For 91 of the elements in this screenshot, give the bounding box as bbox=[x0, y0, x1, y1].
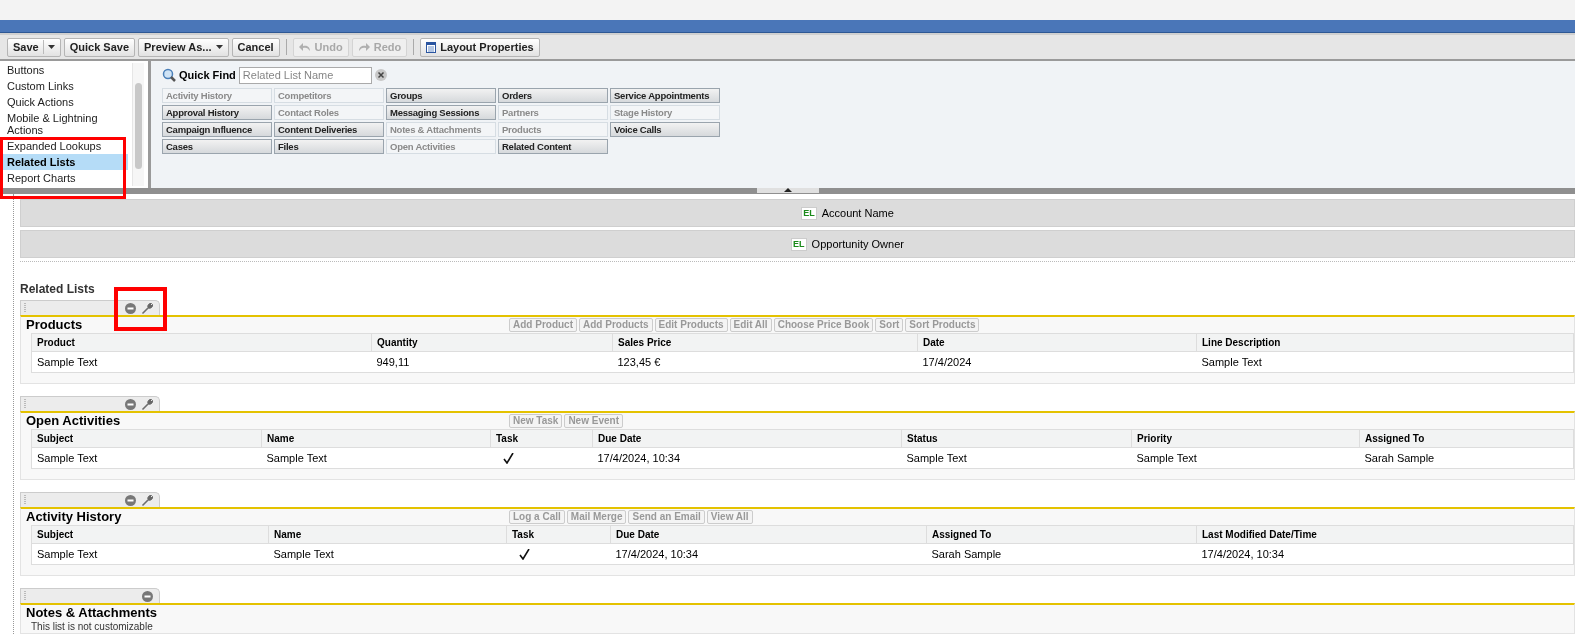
menu-button[interactable]: Save bbox=[7, 37, 61, 57]
palette-item[interactable]: Cases bbox=[162, 139, 272, 154]
caret-down-icon bbox=[215, 45, 223, 49]
table-cell: 949,11 bbox=[371, 351, 613, 373]
field-label: Opportunity Owner bbox=[811, 236, 904, 252]
list-title: Notes & Attachments bbox=[25, 604, 158, 622]
palette-item[interactable]: Messaging Sessions bbox=[386, 105, 496, 120]
field-bar[interactable]: EL Opportunity Owner bbox=[20, 230, 1575, 258]
remove-icon[interactable] bbox=[142, 590, 153, 602]
column-header: Line Description bbox=[1196, 333, 1574, 352]
field-label: Account Name bbox=[821, 205, 894, 221]
list-title: Activity History bbox=[25, 508, 123, 527]
column-header: Name bbox=[261, 429, 491, 448]
column-header: Last Modified Date/Time bbox=[1196, 525, 1574, 544]
table-cell: Sample Text bbox=[901, 447, 1132, 469]
column-header: Due Date bbox=[592, 429, 902, 448]
remove-icon[interactable] bbox=[125, 302, 136, 314]
layout-icon bbox=[426, 41, 437, 53]
column-header: Priority bbox=[1131, 429, 1360, 448]
column-header: Assigned To bbox=[1359, 429, 1574, 448]
wrench-icon[interactable] bbox=[142, 302, 153, 314]
column-header: Quantity bbox=[371, 333, 613, 352]
search-icon bbox=[162, 68, 176, 82]
palette-item[interactable]: Voice Calls bbox=[610, 122, 720, 137]
column-header: Task bbox=[506, 525, 611, 544]
table-cell: Sample Text bbox=[268, 543, 507, 565]
column-header: Subject bbox=[31, 429, 262, 448]
list-title: Products bbox=[25, 316, 84, 335]
sidebar-item[interactable]: Mobile & Lightning Actions bbox=[0, 110, 128, 138]
table-cell: Sarah Sample bbox=[926, 543, 1197, 565]
table-cell: Sample Text bbox=[31, 447, 262, 469]
sidebar-item[interactable]: Report Charts bbox=[0, 170, 128, 186]
field-badge: EL bbox=[801, 206, 817, 220]
column-header: Sales Price bbox=[612, 333, 918, 352]
sidebar-item[interactable]: Quick Actions bbox=[0, 94, 128, 110]
remove-icon[interactable] bbox=[125, 494, 136, 506]
column-header: Name bbox=[268, 525, 507, 544]
palette-item[interactable]: Related Content bbox=[498, 139, 608, 154]
toolbar-button[interactable]: Quick Save bbox=[63, 37, 136, 57]
undo-icon bbox=[298, 42, 311, 52]
sidebar-item[interactable]: Related Lists bbox=[0, 154, 128, 170]
table-cell: Sample Text bbox=[1131, 447, 1360, 469]
column-header: Due Date bbox=[610, 525, 927, 544]
collapse-handle[interactable] bbox=[756, 188, 819, 193]
toolbar-button[interactable]: Cancel bbox=[231, 37, 280, 57]
drag-handle-icon bbox=[24, 495, 27, 504]
sidebar-item[interactable]: Custom Links bbox=[0, 78, 128, 94]
column-header: Product bbox=[31, 333, 372, 352]
wrench-icon[interactable] bbox=[142, 494, 153, 506]
field-bar[interactable]: EL Account Name bbox=[20, 199, 1575, 227]
clear-icon bbox=[374, 69, 387, 81]
sidebar-item[interactable]: Buttons bbox=[0, 62, 128, 78]
caret-down-icon bbox=[47, 45, 55, 49]
table-cell: 17/4/2024, 10:34 bbox=[592, 447, 902, 469]
field-badge: EL bbox=[791, 237, 807, 251]
palette-item[interactable]: Campaign Influence bbox=[162, 122, 272, 137]
remove-icon[interactable] bbox=[125, 398, 136, 410]
quick-find-label: Quick Find bbox=[179, 67, 236, 83]
palette-item[interactable]: Orders bbox=[498, 88, 608, 103]
palette-item[interactable]: Approval History bbox=[162, 105, 272, 120]
table-cell: 17/4/2024, 10:34 bbox=[610, 543, 927, 565]
palette-item[interactable]: Service Appointments bbox=[610, 88, 720, 103]
highlight-frame bbox=[114, 287, 167, 331]
palette-item[interactable]: Files bbox=[274, 139, 384, 154]
column-header: Task bbox=[490, 429, 593, 448]
wrench-icon[interactable] bbox=[142, 398, 153, 410]
list-note: This list is not customizable bbox=[30, 621, 154, 632]
section-heading: Related Lists bbox=[20, 281, 96, 298]
column-header: Status bbox=[901, 429, 1132, 448]
table-cell: 17/4/2024 bbox=[917, 351, 1197, 373]
palette-item[interactable]: Groups bbox=[386, 88, 496, 103]
table-cell: Sample Text bbox=[261, 447, 491, 469]
table-cell: Sample Text bbox=[1196, 351, 1574, 373]
drag-handle-icon bbox=[24, 399, 27, 408]
table-cell: 17/4/2024, 10:34 bbox=[1196, 543, 1574, 565]
palette-item[interactable]: Content Deliveries bbox=[274, 122, 384, 137]
table-cell: Sample Text bbox=[31, 351, 372, 373]
column-header: Date bbox=[917, 333, 1197, 352]
table-cell: 123,45 € bbox=[612, 351, 918, 373]
drag-handle-icon bbox=[24, 303, 27, 312]
table-cell: Sample Text bbox=[31, 543, 269, 565]
column-header: Subject bbox=[31, 525, 269, 544]
list-title: Open Activities bbox=[25, 412, 122, 431]
sidebar-item[interactable]: Expanded Lookups bbox=[0, 138, 128, 154]
toolbar-button[interactable]: Layout Properties bbox=[420, 37, 540, 57]
search-field[interactable]: Related List Name bbox=[238, 66, 372, 84]
redo-icon bbox=[357, 42, 370, 52]
menu-button[interactable]: Preview As... bbox=[138, 37, 229, 57]
drag-handle-icon bbox=[24, 591, 27, 600]
table-cell: Sarah Sample bbox=[1359, 447, 1574, 469]
column-header: Assigned To bbox=[926, 525, 1197, 544]
